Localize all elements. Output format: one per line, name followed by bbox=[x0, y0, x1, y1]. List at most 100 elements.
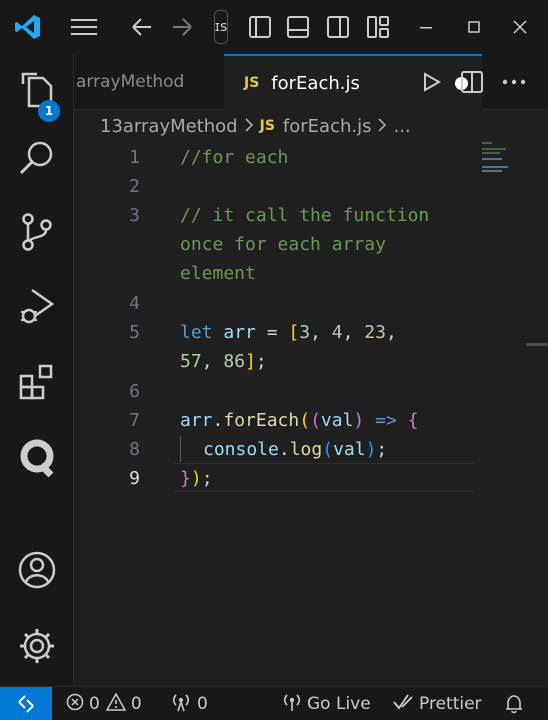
line-number: 6 bbox=[129, 381, 140, 402]
tab-label: forEach.js bbox=[271, 72, 360, 94]
token-operator: = bbox=[255, 322, 289, 343]
remote-icon[interactable] bbox=[0, 687, 52, 720]
token-punct: . bbox=[212, 410, 224, 431]
prettier-button[interactable]: Prettier bbox=[392, 687, 482, 720]
line-number: 3 bbox=[129, 205, 140, 226]
code-text: arr.forEach((val) => { bbox=[180, 406, 418, 435]
extensions-button[interactable] bbox=[0, 354, 74, 414]
toggle-panel-icon[interactable] bbox=[282, 10, 314, 44]
search-icon bbox=[18, 139, 56, 181]
run-debug-button[interactable] bbox=[0, 278, 74, 338]
arrow-right-icon[interactable] bbox=[164, 10, 200, 44]
r-extension-button[interactable] bbox=[0, 430, 74, 490]
warning-icon bbox=[105, 691, 131, 716]
token-punct: , bbox=[342, 322, 365, 343]
token-variable: arr bbox=[180, 410, 213, 431]
token-punct: ; bbox=[255, 351, 267, 372]
chevron-right-icon bbox=[244, 116, 254, 137]
code-editor[interactable]: 1 //for each 2 3 // it call the function… bbox=[74, 140, 548, 686]
token-punct: , bbox=[201, 351, 224, 372]
close-icon[interactable] bbox=[502, 10, 538, 44]
manage-button[interactable] bbox=[0, 618, 74, 678]
breadcrumb: 13arrayMethod JS forEach.js ... bbox=[100, 113, 411, 139]
minimap-line bbox=[482, 158, 502, 160]
menu-icon[interactable] bbox=[64, 10, 104, 44]
line-number: 4 bbox=[129, 293, 140, 314]
minimize-icon[interactable] bbox=[408, 10, 444, 44]
token-bracket: ] bbox=[245, 351, 256, 372]
settings-gear-icon bbox=[17, 626, 57, 670]
js-file-icon: JS bbox=[244, 75, 260, 91]
token-variable: arr bbox=[223, 322, 256, 343]
tab-array-method[interactable]: arrayMethod bbox=[74, 54, 222, 110]
token-number: 3 bbox=[299, 322, 311, 343]
code-line-6: 6 bbox=[74, 377, 548, 406]
minimap-line bbox=[482, 166, 508, 168]
token-punct: ; bbox=[376, 439, 388, 460]
code-text: element bbox=[180, 263, 256, 284]
more-actions-icon[interactable] bbox=[498, 66, 530, 98]
run-debug-icon bbox=[18, 286, 56, 330]
line-number: 1 bbox=[129, 147, 140, 168]
go-live-icon bbox=[282, 692, 307, 717]
editor-tabs: arrayMethod JS forEach.js bbox=[74, 54, 548, 110]
token-variable: console bbox=[203, 439, 279, 460]
token-number: 4 bbox=[331, 322, 343, 343]
command-center-search[interactable]: ɪs bbox=[214, 10, 228, 44]
code-line-5-wrap: 57, 86]; bbox=[74, 347, 548, 376]
source-control-button[interactable] bbox=[0, 204, 74, 264]
extensions-icon bbox=[18, 363, 56, 405]
token-punct: , bbox=[385, 322, 397, 343]
source-control-icon bbox=[19, 212, 55, 256]
ports-status[interactable]: 0 bbox=[170, 687, 208, 720]
go-live-label: Go Live bbox=[307, 694, 371, 714]
scrollbar-thumb[interactable] bbox=[526, 343, 548, 346]
minimap-line bbox=[482, 170, 502, 172]
accounts-button[interactable] bbox=[0, 542, 74, 602]
maximize-icon[interactable] bbox=[456, 10, 492, 44]
vscode-logo-icon bbox=[8, 10, 48, 44]
chevron-right-icon bbox=[377, 116, 387, 137]
token-number: 57 bbox=[180, 351, 202, 372]
token-bracket: } bbox=[180, 468, 191, 489]
toggle-primary-sidebar-icon[interactable] bbox=[244, 10, 276, 44]
explorer-button[interactable]: 1 bbox=[0, 62, 74, 122]
code-line-4: 4 bbox=[74, 289, 548, 318]
warning-count: 0 bbox=[130, 694, 142, 714]
line-number: 8 bbox=[129, 439, 140, 460]
problems-status[interactable]: 0 0 bbox=[66, 687, 142, 720]
code-line-8: 8 console.log(val); bbox=[74, 435, 548, 464]
split-editor-icon[interactable] bbox=[456, 66, 488, 98]
breadcrumb-folder[interactable]: 13arrayMethod bbox=[100, 116, 238, 137]
toggle-secondary-sidebar-icon[interactable] bbox=[322, 10, 354, 44]
explorer-badge: 1 bbox=[38, 100, 60, 122]
breadcrumb-more[interactable]: ... bbox=[393, 116, 410, 137]
tab-label: arrayMethod bbox=[76, 72, 185, 92]
token-variable: val bbox=[333, 439, 366, 460]
bell-icon[interactable] bbox=[504, 687, 529, 720]
code-line-2: 2 bbox=[74, 172, 548, 201]
code-line-3-wrap-1: once for each array bbox=[74, 230, 548, 259]
token-bracket: ) bbox=[190, 468, 202, 489]
code-text: }); bbox=[180, 464, 213, 493]
run-icon[interactable] bbox=[416, 66, 448, 98]
token-number: 86 bbox=[223, 351, 246, 372]
code-text: once for each array bbox=[180, 234, 386, 255]
prettier-label: Prettier bbox=[419, 694, 482, 714]
minimap[interactable] bbox=[480, 140, 520, 180]
line-number: 2 bbox=[129, 176, 140, 197]
customize-layout-icon[interactable] bbox=[362, 10, 394, 44]
code-text: console.log(val); bbox=[203, 435, 387, 464]
line-number: 7 bbox=[129, 410, 140, 431]
token-function: log bbox=[289, 439, 323, 460]
token-bracket: ) bbox=[365, 439, 377, 460]
breadcrumb-file[interactable]: forEach.js bbox=[283, 116, 372, 137]
code-line-7: 7 arr.forEach((val) => { bbox=[74, 406, 548, 435]
code-line-3-wrap-2: element bbox=[74, 259, 548, 288]
go-live-button[interactable]: Go Live bbox=[282, 687, 371, 720]
code-text: // it call the function bbox=[180, 205, 430, 226]
ports-count: 0 bbox=[197, 694, 208, 714]
arrow-left-icon[interactable] bbox=[124, 10, 160, 44]
token-punct: ; bbox=[201, 468, 213, 489]
search-view-button[interactable] bbox=[0, 130, 74, 190]
